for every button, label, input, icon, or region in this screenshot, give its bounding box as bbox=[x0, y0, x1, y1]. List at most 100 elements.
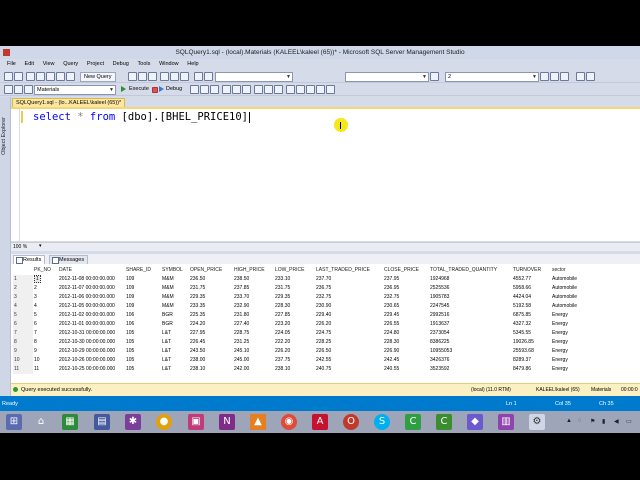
presentation-icon[interactable]: ▣ bbox=[188, 414, 204, 430]
table-cell[interactable]: 242.45 bbox=[383, 356, 429, 365]
table-cell[interactable]: Energy bbox=[551, 356, 589, 365]
table-cell[interactable]: 240.55 bbox=[383, 365, 429, 374]
table-cell[interactable]: M&M bbox=[161, 284, 189, 293]
table-cell[interactable]: L&T bbox=[161, 329, 189, 338]
table-cell[interactable]: 229.40 bbox=[315, 311, 383, 320]
table-cell[interactable]: 230.65 bbox=[383, 302, 429, 311]
table-cell[interactable]: 6875.85 bbox=[512, 311, 551, 320]
table-cell[interactable]: 11 bbox=[33, 365, 58, 374]
table-cell[interactable]: 1905783 bbox=[429, 293, 512, 302]
forward-icon[interactable] bbox=[14, 72, 23, 81]
table-cell[interactable]: Energy bbox=[551, 338, 589, 347]
change-connection-icon[interactable] bbox=[24, 85, 33, 94]
table-row[interactable]: 9 9 2012-10-29 00:00:00.000 105 L&T 243.50 245… bbox=[13, 347, 589, 356]
table-cell[interactable]: 5 bbox=[33, 311, 58, 320]
query-editor[interactable]: select * from [dbo].[BHEL_PRICE10] bbox=[11, 109, 640, 241]
query-text[interactable]: select * from [dbo].[BHEL_PRICE10] bbox=[33, 110, 250, 124]
row-number[interactable]: 5 bbox=[13, 311, 33, 320]
specify-values-icon[interactable] bbox=[326, 85, 335, 94]
table-cell[interactable]: 227.95 bbox=[189, 329, 233, 338]
row-number[interactable]: 11 bbox=[13, 365, 33, 374]
table-cell[interactable]: 9 bbox=[33, 347, 58, 356]
column-header[interactable]: LOW_PRICE bbox=[274, 266, 315, 275]
table-cell[interactable]: 237.95 bbox=[383, 275, 429, 284]
chevron-down-icon[interactable]: ▾ bbox=[39, 243, 42, 249]
indent-icon[interactable] bbox=[316, 85, 325, 94]
properties-icon[interactable] bbox=[540, 72, 549, 81]
table-cell[interactable]: 231.75 bbox=[189, 284, 233, 293]
tray-network-icon[interactable]: ◌ bbox=[578, 418, 582, 424]
table-cell[interactable]: 2 bbox=[33, 284, 58, 293]
results-to-file-icon[interactable] bbox=[274, 85, 283, 94]
chrome-icon[interactable]: ◉ bbox=[281, 414, 297, 430]
table-cell[interactable]: 242.55 bbox=[315, 356, 383, 365]
column-header[interactable]: SYMBOL bbox=[161, 266, 189, 275]
db-engine-query-icon[interactable] bbox=[128, 72, 137, 81]
table-row[interactable]: 4 4 2012-11-05 00:00:00.000 109 M&M 233.35 232… bbox=[13, 302, 589, 311]
table-cell[interactable]: 4 bbox=[33, 302, 58, 311]
tray-volume-icon[interactable]: ◀ bbox=[614, 418, 619, 425]
table-cell[interactable]: 242.00 bbox=[233, 365, 274, 374]
table-cell[interactable]: Automobile bbox=[551, 293, 589, 302]
skype-icon[interactable]: S bbox=[374, 414, 390, 430]
copy-icon[interactable] bbox=[170, 72, 179, 81]
column-header[interactable]: SHARE_ID bbox=[125, 266, 161, 275]
save-icon[interactable] bbox=[56, 72, 65, 81]
connect-icon[interactable] bbox=[4, 85, 13, 94]
ssms-taskbar-icon[interactable]: ⚙ bbox=[529, 414, 545, 430]
table-cell[interactable]: 109 bbox=[125, 284, 161, 293]
column-header[interactable]: TOTAL_TRADED_QUANTITY bbox=[429, 266, 512, 275]
actual-plan-icon[interactable] bbox=[232, 85, 241, 94]
object-explorer-sidebar[interactable]: Object Explorer bbox=[0, 97, 11, 397]
table-cell[interactable]: 225.35 bbox=[189, 311, 233, 320]
app-icon-2[interactable]: ▥ bbox=[498, 414, 514, 430]
table-cell[interactable]: L&T bbox=[161, 356, 189, 365]
table-cell[interactable]: 224.05 bbox=[274, 329, 315, 338]
table-row[interactable]: 6 6 2012-11-01 00:00:00.000 106 BGR 224.20 227… bbox=[13, 320, 589, 329]
paste-icon[interactable] bbox=[180, 72, 189, 81]
intellisense-icon[interactable] bbox=[222, 85, 231, 94]
table-cell[interactable]: 224.80 bbox=[383, 329, 429, 338]
table-cell[interactable]: 106 bbox=[125, 311, 161, 320]
tray-keyboard-icon[interactable]: ▭ bbox=[626, 418, 632, 425]
table-cell[interactable]: 227.40 bbox=[233, 320, 274, 329]
solution-config-combo[interactable]: 2 ▼ bbox=[445, 72, 539, 82]
table-cell[interactable]: 236.95 bbox=[383, 284, 429, 293]
table-cell[interactable]: 222.20 bbox=[274, 338, 315, 347]
table-cell[interactable]: 2012-11-08 00:00:00.000 bbox=[58, 275, 125, 284]
row-number[interactable]: 3 bbox=[13, 293, 33, 302]
table-cell[interactable]: 227.85 bbox=[274, 311, 315, 320]
table-cell[interactable]: BGR bbox=[161, 320, 189, 329]
table-cell[interactable]: 232.75 bbox=[383, 293, 429, 302]
tray-chevron-icon[interactable]: ▲ bbox=[566, 418, 572, 424]
table-cell[interactable]: 226.45 bbox=[189, 338, 233, 347]
excel-icon[interactable]: ▦ bbox=[62, 414, 78, 430]
query-designer-icon[interactable] bbox=[210, 85, 219, 94]
onenote-icon[interactable]: N bbox=[219, 414, 235, 430]
column-header[interactable]: sector bbox=[551, 266, 589, 275]
table-cell[interactable]: 237.70 bbox=[315, 275, 383, 284]
menu-file[interactable]: File bbox=[7, 61, 16, 67]
media-icon[interactable]: ● bbox=[156, 414, 172, 430]
table-cell[interactable]: 2012-11-01 00:00:00.000 bbox=[58, 320, 125, 329]
undo-icon[interactable] bbox=[194, 72, 203, 81]
parse-icon[interactable] bbox=[190, 85, 199, 94]
table-cell[interactable]: 105 bbox=[125, 347, 161, 356]
table-cell[interactable]: 5192.58 bbox=[512, 302, 551, 311]
table-cell[interactable]: 232.90 bbox=[233, 302, 274, 311]
table-cell[interactable]: 236.50 bbox=[189, 275, 233, 284]
table-cell[interactable]: 224.75 bbox=[315, 329, 383, 338]
table-cell[interactable]: 10955053 bbox=[429, 347, 512, 356]
analysis-query-icon[interactable] bbox=[138, 72, 147, 81]
table-cell[interactable]: 230.90 bbox=[315, 302, 383, 311]
table-cell[interactable]: 226.55 bbox=[383, 320, 429, 329]
table-cell[interactable]: 226.90 bbox=[383, 347, 429, 356]
menu-tools[interactable]: Tools bbox=[138, 61, 151, 67]
row-number[interactable]: 10 bbox=[13, 356, 33, 365]
table-cell[interactable]: 2012-11-06 00:00:00.000 bbox=[58, 293, 125, 302]
table-cell[interactable]: 4424.04 bbox=[512, 293, 551, 302]
table-cell[interactable]: 1924968 bbox=[429, 275, 512, 284]
table-cell[interactable]: 229.35 bbox=[189, 293, 233, 302]
outdent-icon[interactable] bbox=[306, 85, 315, 94]
table-cell[interactable]: 6 bbox=[33, 320, 58, 329]
